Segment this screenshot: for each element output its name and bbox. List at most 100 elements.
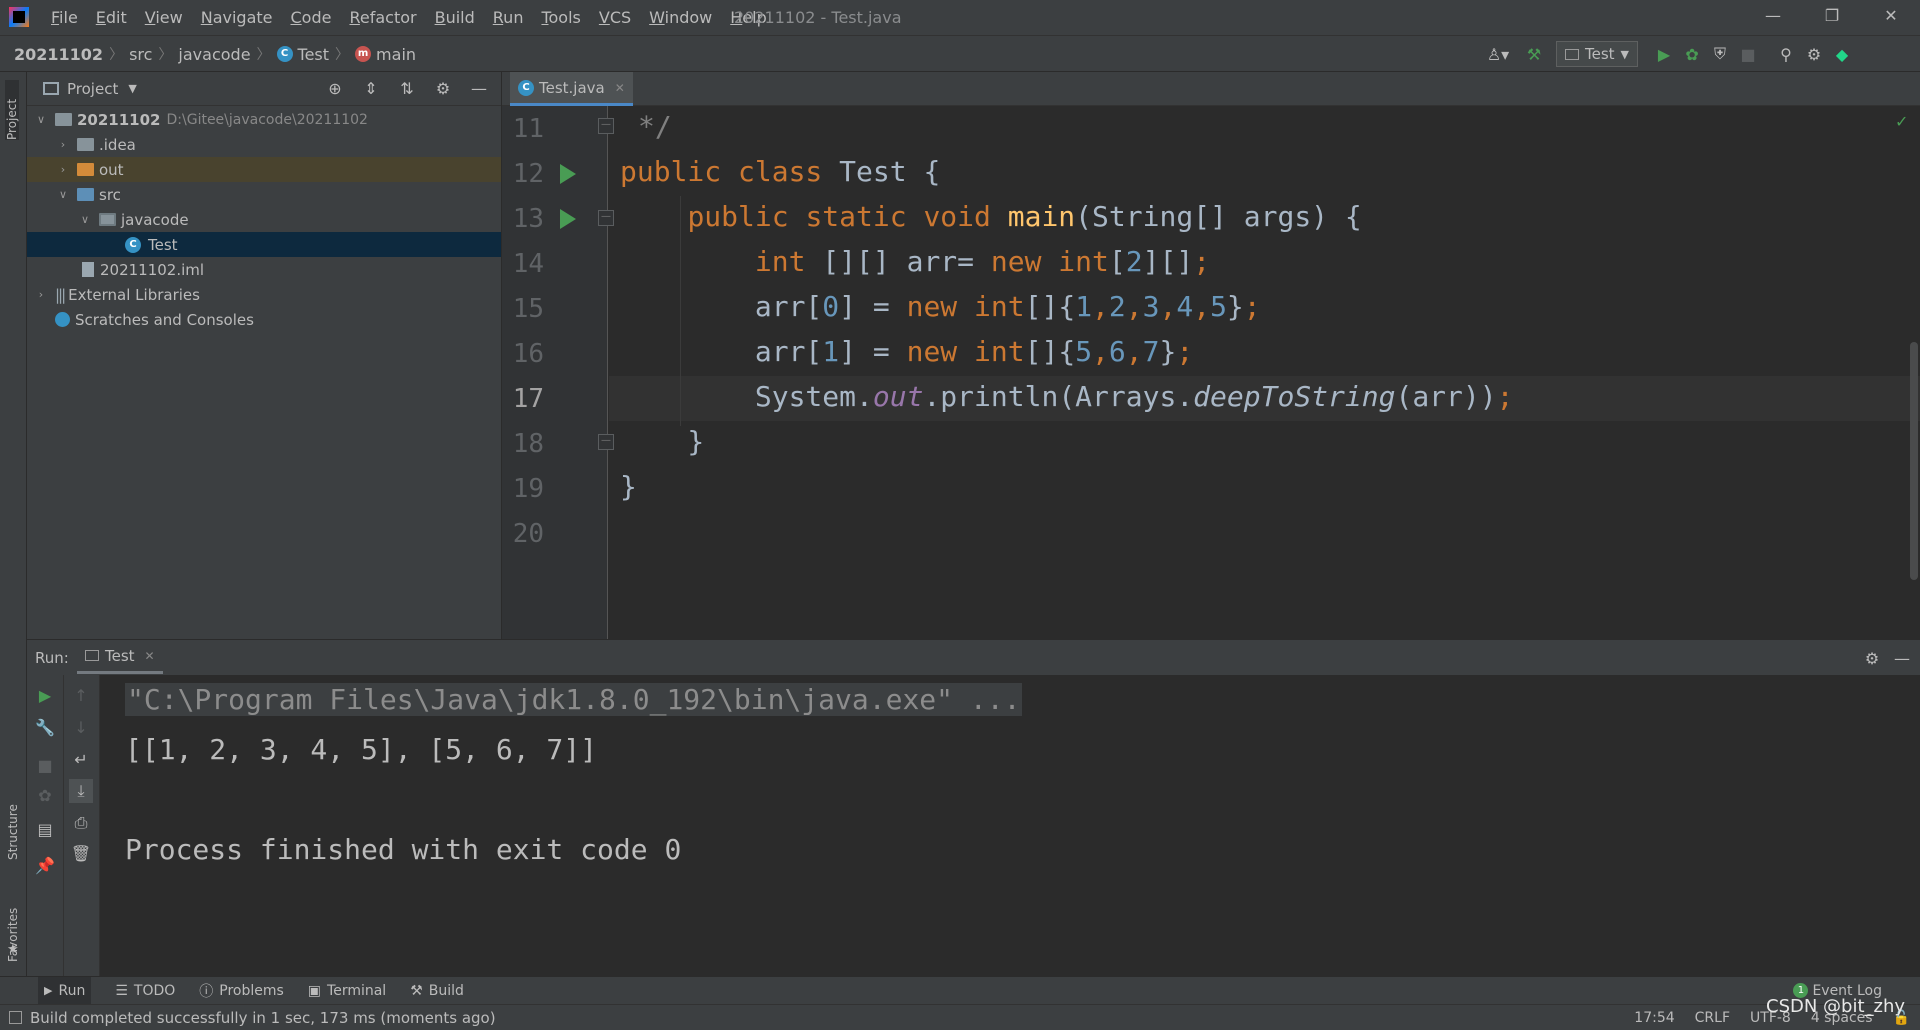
breadcrumb-javacode[interactable]: javacode bbox=[178, 45, 250, 64]
breadcrumb-project[interactable]: 20211102 bbox=[14, 45, 103, 64]
run-gutter-icon[interactable] bbox=[560, 164, 576, 184]
tree-item-out[interactable]: › out bbox=[27, 157, 501, 182]
chevron-right-icon[interactable]: › bbox=[55, 163, 71, 176]
layout-icon[interactable]: ▤ bbox=[33, 817, 57, 841]
fold-marker-icon[interactable]: — bbox=[598, 434, 614, 450]
restore-icon[interactable]: ❐ bbox=[1812, 6, 1852, 28]
tool-window-problems[interactable]: ⓘ Problems bbox=[199, 981, 284, 1001]
tree-item-src[interactable]: ∨ src bbox=[27, 182, 501, 207]
project-view-icon bbox=[43, 82, 59, 95]
tree-item-label: .idea bbox=[99, 135, 136, 154]
status-bar: Build completed successfully in 1 sec, 1… bbox=[0, 1004, 1920, 1030]
print-icon[interactable]: ⎙ bbox=[69, 811, 93, 835]
menu-build[interactable]: Build bbox=[426, 8, 484, 27]
close-icon[interactable]: ✕ bbox=[1871, 6, 1911, 28]
expand-all-icon[interactable]: ⇕ bbox=[359, 77, 383, 101]
stop-icon[interactable]: ■ bbox=[33, 753, 57, 777]
run-gutter-icon[interactable] bbox=[560, 209, 576, 229]
menu-refactor[interactable]: Refactor bbox=[340, 8, 425, 27]
breadcrumb: 20211102 〉 src 〉 javacode 〉 C Test 〉 m m… bbox=[14, 44, 416, 64]
minimize-icon[interactable]: — bbox=[1753, 6, 1793, 28]
scroll-to-end-icon[interactable]: ⤓ bbox=[69, 779, 93, 803]
arrow-up-icon[interactable]: ↑ bbox=[69, 683, 93, 707]
status-toggle-icon[interactable] bbox=[9, 1011, 22, 1024]
breadcrumb-test[interactable]: Test bbox=[298, 45, 330, 64]
menu-window[interactable]: Window bbox=[640, 8, 721, 27]
chevron-down-icon[interactable]: ▼ bbox=[128, 82, 136, 95]
tree-item-test[interactable]: C Test bbox=[27, 232, 501, 257]
console-output[interactable]: "C:\Program Files\Java\jdk1.8.0_192\bin\… bbox=[100, 675, 1920, 976]
locate-icon[interactable]: ⊕ bbox=[323, 77, 347, 101]
run-tab-test[interactable]: Test ✕ bbox=[77, 640, 163, 674]
chevron-down-icon[interactable]: ∨ bbox=[55, 188, 71, 201]
trash-icon[interactable]: 🗑 bbox=[69, 841, 93, 865]
console-command[interactable]: "C:\Program Files\Java\jdk1.8.0_192\bin\… bbox=[125, 683, 1023, 716]
soft-wrap-icon[interactable]: ↵ bbox=[69, 747, 93, 771]
status-message[interactable]: Build completed successfully in 1 sec, 1… bbox=[30, 1009, 496, 1027]
chevron-right-icon[interactable]: › bbox=[33, 288, 49, 301]
run-config-select[interactable]: Test ▼ bbox=[1556, 41, 1639, 67]
fold-marker-icon[interactable]: — bbox=[598, 210, 614, 226]
project-tool-button[interactable]: Project bbox=[5, 80, 19, 140]
menu-run[interactable]: Run bbox=[484, 8, 533, 27]
tool-window-run[interactable]: ▶ Run bbox=[38, 977, 92, 1004]
run-icon[interactable]: ▶ bbox=[1652, 42, 1676, 66]
menu-edit[interactable]: Edit bbox=[87, 8, 136, 27]
line-separator[interactable]: CRLF bbox=[1695, 1010, 1730, 1026]
tree-item-iml[interactable]: 20211102.iml bbox=[27, 257, 501, 282]
gear-icon[interactable]: ⚙ bbox=[1802, 42, 1826, 66]
wrench-icon[interactable]: 🔧 bbox=[33, 715, 57, 739]
stop-icon[interactable]: ■ bbox=[1736, 42, 1760, 66]
fold-marker-icon[interactable]: — bbox=[598, 118, 614, 134]
user-icon[interactable]: ♙▾ bbox=[1486, 42, 1510, 66]
tree-item-external-libraries[interactable]: › ||| External Libraries bbox=[27, 282, 501, 307]
gear-icon[interactable]: ⚙ bbox=[431, 77, 455, 101]
toolbox-icon[interactable]: ◆ bbox=[1830, 42, 1854, 66]
code-line-17: System.out.println(Arrays.deepToString(a… bbox=[620, 380, 1514, 413]
hammer-icon[interactable]: ⚒ bbox=[1522, 42, 1546, 66]
menu-code[interactable]: Code bbox=[282, 8, 341, 27]
tree-item-idea[interactable]: › .idea bbox=[27, 132, 501, 157]
search-icon[interactable]: ⚲ bbox=[1774, 42, 1798, 66]
caret-position[interactable]: 17:54 bbox=[1634, 1010, 1674, 1026]
tool-window-build[interactable]: ⚒ Build bbox=[410, 983, 464, 999]
tab-test-java[interactable]: C Test.java ✕ bbox=[510, 72, 633, 106]
gear-icon[interactable]: ⚙ bbox=[1860, 646, 1884, 670]
breadcrumb-src[interactable]: src bbox=[129, 45, 152, 64]
line-number: 17 bbox=[512, 384, 544, 414]
menu-vcs[interactable]: VCS bbox=[590, 8, 640, 27]
editor-scrollbar[interactable] bbox=[1910, 342, 1918, 580]
menu-navigate[interactable]: Navigate bbox=[192, 8, 282, 27]
structure-tool-button[interactable]: Structure bbox=[6, 780, 20, 860]
rerun-icon[interactable]: ▶ bbox=[33, 683, 57, 707]
debug-icon[interactable]: ✿ bbox=[1680, 42, 1704, 66]
hide-icon[interactable]: — bbox=[467, 77, 491, 101]
hide-icon[interactable]: — bbox=[1890, 646, 1914, 670]
chevron-right-icon[interactable]: › bbox=[55, 138, 71, 151]
breadcrumb-main[interactable]: main bbox=[376, 45, 416, 64]
menu-view[interactable]: View bbox=[136, 8, 192, 27]
arrow-down-icon[interactable]: ↓ bbox=[69, 715, 93, 739]
tree-item-scratches[interactable]: Scratches and Consoles bbox=[27, 307, 501, 332]
chevron-down-icon[interactable]: ∨ bbox=[33, 113, 49, 126]
collapse-all-icon[interactable]: ⇅ bbox=[395, 77, 419, 101]
close-icon[interactable]: ✕ bbox=[145, 649, 155, 663]
line-number: 13 bbox=[512, 204, 544, 234]
debug-icon[interactable]: ✿ bbox=[33, 783, 57, 807]
coverage-icon[interactable]: ⛨ bbox=[1708, 42, 1732, 66]
tree-item-javacode[interactable]: ∨ javacode bbox=[27, 207, 501, 232]
close-icon[interactable]: ✕ bbox=[615, 81, 625, 95]
tool-window-terminal[interactable]: ▣ Terminal bbox=[308, 983, 386, 999]
menu-file[interactable]: File bbox=[42, 8, 87, 27]
inspection-ok-icon[interactable]: ✓ bbox=[1895, 112, 1908, 131]
tool-window-todo[interactable]: ☰ TODO bbox=[115, 983, 175, 999]
project-view-select[interactable]: Project bbox=[67, 80, 118, 98]
tree-item-root[interactable]: ∨ 20211102 D:\Gitee\javacode\20211102 bbox=[27, 107, 501, 132]
line-number: 16 bbox=[512, 339, 544, 369]
pin-icon[interactable]: 📌 bbox=[33, 853, 57, 877]
menu-tools[interactable]: Tools bbox=[532, 8, 589, 27]
code-line-15: arr[0] = new int[]{1,2,3,4,5}; bbox=[620, 290, 1261, 323]
console-output-line: [[1, 2, 3, 4, 5], [5, 6, 7]] bbox=[125, 733, 598, 766]
chevron-down-icon[interactable]: ∨ bbox=[77, 213, 93, 226]
code-editor[interactable]: 11 12 13 14 15 16 17 18 19 20 — — — */ p… bbox=[502, 106, 1920, 639]
